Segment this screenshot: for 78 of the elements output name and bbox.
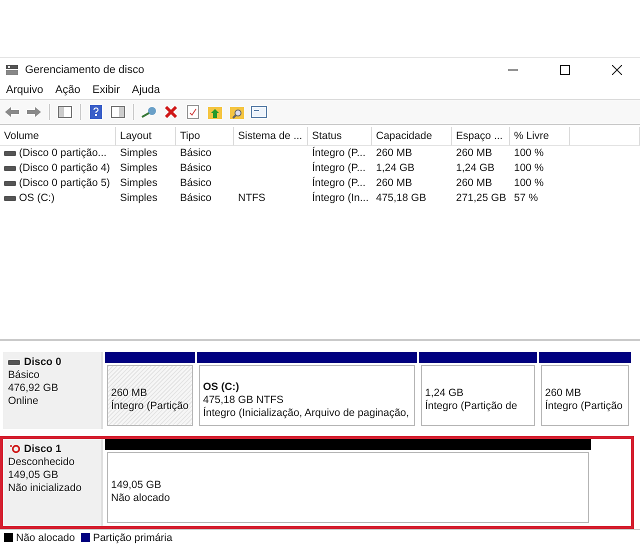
table-cell-text: 260 MB bbox=[375, 146, 414, 161]
table-cell-text: Simples bbox=[119, 161, 158, 176]
table-cell-text: 57 % bbox=[513, 191, 539, 206]
table-cell-text: Íntegro (P... bbox=[311, 161, 367, 176]
menu-item[interactable]: Ação bbox=[51, 84, 84, 96]
close-icon bbox=[612, 64, 622, 74]
table-cell-text: 100 % bbox=[513, 146, 545, 161]
help-icon[interactable] bbox=[87, 103, 105, 121]
disk-name: Disco 0 bbox=[24, 356, 62, 368]
partition-size: 149,05 GB bbox=[111, 479, 162, 492]
error-icon bbox=[8, 444, 20, 454]
column-header[interactable]: % Livre bbox=[510, 127, 570, 146]
legend-label: Partição primária bbox=[92, 532, 172, 544]
table-cell: (Disco 0 partição 5) bbox=[0, 176, 116, 191]
drive-icon bbox=[4, 151, 16, 156]
disk-size: 149,05 GB bbox=[8, 469, 60, 482]
app-icon bbox=[5, 64, 19, 76]
panel-icon[interactable] bbox=[56, 103, 74, 121]
table-cell-text: NTFS bbox=[237, 191, 266, 206]
maximize-icon bbox=[560, 64, 570, 74]
table-cell: OS (C:) bbox=[0, 191, 116, 206]
table-cell-text: Íntegro (In... bbox=[311, 191, 370, 206]
partition-size: 475,18 GB NTFS bbox=[203, 394, 285, 406]
column-header[interactable]: Layout bbox=[116, 127, 176, 146]
drive-icon bbox=[4, 196, 16, 201]
table-cell-text: 271,25 GB bbox=[455, 191, 508, 206]
column-header[interactable]: Espaço ... bbox=[452, 127, 510, 146]
disk-status: Não inicializado bbox=[8, 482, 83, 494]
table-cell-text: Básico bbox=[179, 161, 213, 176]
table-cell: (Disco 0 partição 4) bbox=[0, 161, 116, 176]
partition-status: Íntegro (Partição de bbox=[425, 400, 518, 412]
drive-icon bbox=[4, 181, 16, 186]
partition-status: Íntegro (Partição bbox=[111, 400, 189, 412]
table-cell-text: Íntegro (P... bbox=[311, 176, 367, 191]
disk-status: Online bbox=[8, 395, 40, 407]
partition-label: OS (C:) bbox=[203, 380, 240, 393]
table-cell-text: Básico bbox=[179, 146, 213, 161]
table-cell-text: Básico bbox=[179, 191, 213, 206]
checklist-icon[interactable] bbox=[184, 103, 202, 121]
partition-size: 1,24 GB bbox=[425, 387, 465, 400]
disk-name: Disco 1 bbox=[24, 443, 62, 456]
table-cell-text: 260 MB bbox=[455, 176, 494, 191]
partition-size: 260 MB bbox=[545, 387, 582, 400]
table-cell-text: Simples bbox=[119, 191, 158, 206]
menu-item[interactable]: Ajuda bbox=[128, 84, 164, 96]
column-header[interactable]: Status bbox=[308, 127, 372, 146]
drive-icon bbox=[4, 166, 16, 171]
table-cell-text: 1,24 GB bbox=[375, 161, 416, 176]
window-title: Gerenciamento de disco bbox=[25, 64, 146, 76]
table-cell-text: 1,24 GB bbox=[455, 161, 496, 176]
disk-type: Desconhecido bbox=[8, 456, 76, 468]
column-header[interactable]: Capacidade bbox=[372, 127, 452, 146]
table-cell-text: 100 % bbox=[513, 176, 545, 191]
partition-size: 260 MB bbox=[111, 387, 148, 400]
legend-label: Não alocado bbox=[16, 532, 75, 544]
drive-icon bbox=[8, 360, 20, 364]
disk-type: Básico bbox=[8, 369, 41, 381]
column-header[interactable]: Volume bbox=[0, 127, 116, 146]
partition-status: Não alocado bbox=[111, 492, 171, 504]
table-cell-text: Básico bbox=[179, 176, 213, 191]
column-header[interactable]: Sistema de ... bbox=[234, 127, 308, 146]
table-cell-text: Simples bbox=[119, 146, 158, 161]
table-cell-text: Íntegro (P... bbox=[311, 146, 367, 161]
partition-status: Íntegro (Inicialização, Arquivo de paginação, bbox=[203, 406, 410, 419]
table-cell: (Disco 0 partição... bbox=[0, 146, 116, 161]
table-cell-text: 475,18 GB bbox=[375, 191, 428, 206]
partition-status: Íntegro (Partição bbox=[545, 400, 624, 412]
menu-item[interactable]: Exibir bbox=[88, 84, 124, 96]
menu-item[interactable]: Arquivo bbox=[2, 84, 48, 96]
delete-icon[interactable] bbox=[162, 103, 180, 121]
column-header[interactable]: Tipo bbox=[176, 127, 234, 146]
table-cell-text: Simples bbox=[119, 176, 158, 191]
table-cell-text: 100 % bbox=[513, 161, 545, 176]
window-icon[interactable] bbox=[250, 103, 268, 121]
table-cell-text: 260 MB bbox=[375, 176, 414, 191]
panel-icon[interactable] bbox=[109, 103, 127, 121]
table-cell-text: 260 MB bbox=[455, 146, 494, 161]
disk-size: 476,92 GB bbox=[8, 382, 60, 394]
